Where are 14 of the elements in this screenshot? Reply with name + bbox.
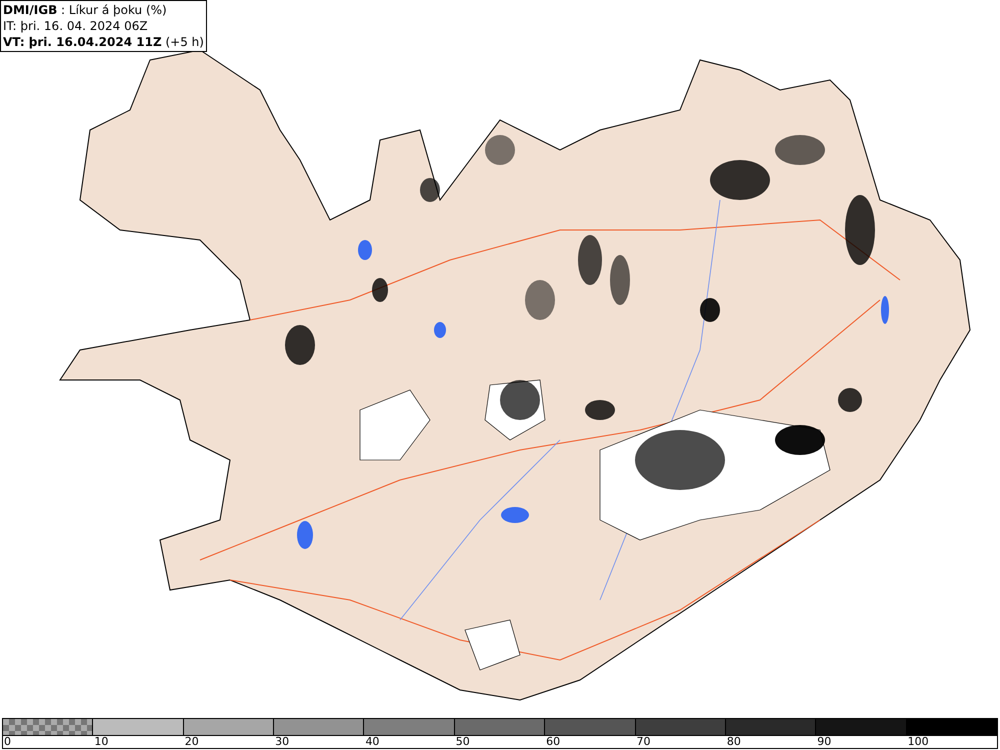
legend-label: 100 (908, 735, 929, 748)
legend-label: 80 (726, 735, 741, 748)
title-line: DMI/IGB : Líkur á þoku (%) (3, 2, 168, 18)
legend-label: 70 (636, 735, 651, 748)
legend-label: 40 (365, 735, 380, 748)
title-line: VT: þri. 16.04.2024 11Z (+5 h) (3, 34, 204, 50)
legend-label: 10 (94, 735, 108, 748)
legend-label: 60 (546, 735, 560, 748)
legend-label: 50 (456, 735, 470, 748)
legend-label: 20 (184, 735, 199, 748)
legend-label: 90 (817, 735, 832, 748)
legend-label: 0 (4, 735, 11, 748)
title-line: IT: þri. 16. 04. 2024 06Z (3, 18, 149, 34)
legend-label: 30 (275, 735, 290, 748)
